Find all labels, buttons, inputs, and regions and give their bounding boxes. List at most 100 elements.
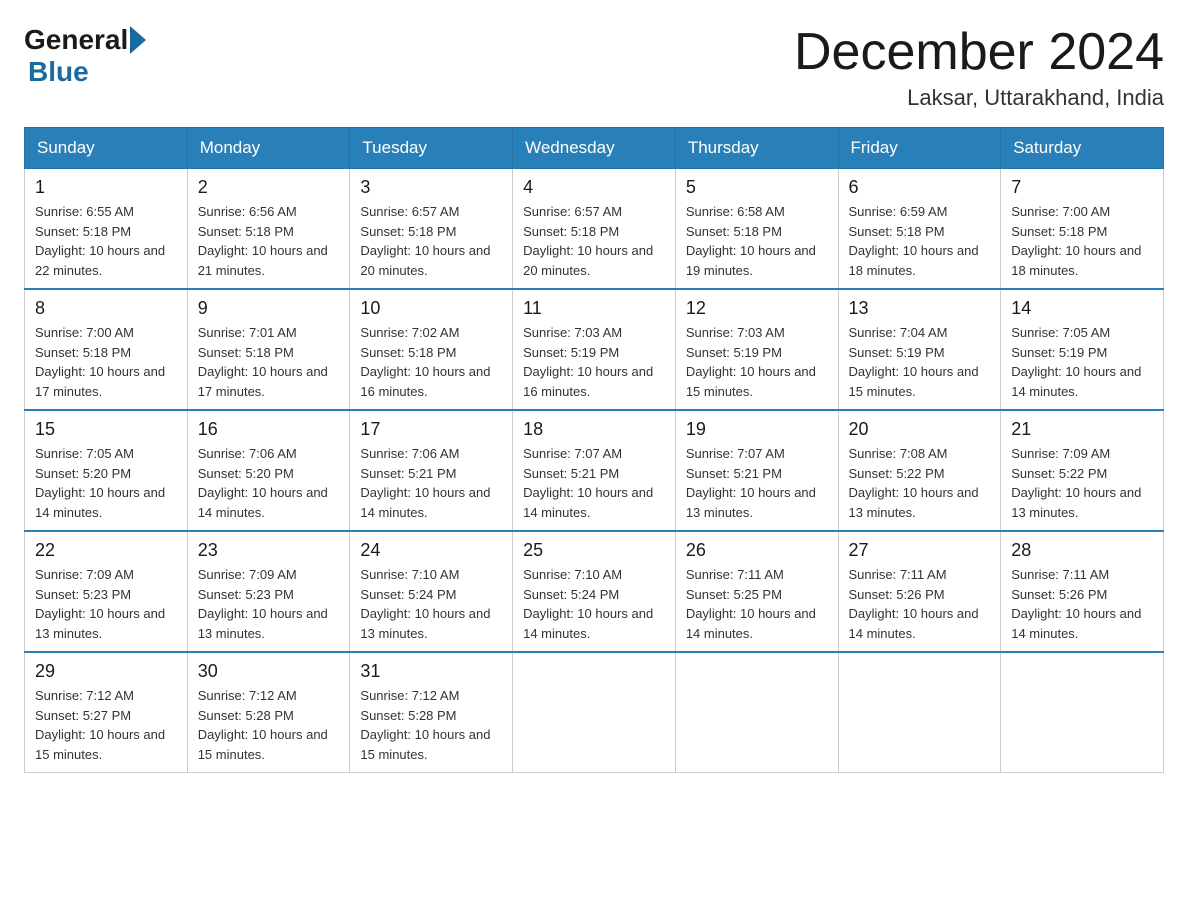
day-info: Sunrise: 7:11 AMSunset: 5:26 PMDaylight:… xyxy=(849,567,979,641)
calendar-week-row: 15 Sunrise: 7:05 AMSunset: 5:20 PMDaylig… xyxy=(25,410,1164,531)
calendar-cell: 13 Sunrise: 7:04 AMSunset: 5:19 PMDaylig… xyxy=(838,289,1001,410)
calendar-week-row: 29 Sunrise: 7:12 AMSunset: 5:27 PMDaylig… xyxy=(25,652,1164,773)
day-info: Sunrise: 6:55 AMSunset: 5:18 PMDaylight:… xyxy=(35,204,165,278)
day-info: Sunrise: 7:12 AMSunset: 5:28 PMDaylight:… xyxy=(198,688,328,762)
calendar-cell: 7 Sunrise: 7:00 AMSunset: 5:18 PMDayligh… xyxy=(1001,169,1164,290)
calendar-week-row: 8 Sunrise: 7:00 AMSunset: 5:18 PMDayligh… xyxy=(25,289,1164,410)
calendar-cell: 19 Sunrise: 7:07 AMSunset: 5:21 PMDaylig… xyxy=(675,410,838,531)
day-header-friday: Friday xyxy=(838,128,1001,169)
day-number: 29 xyxy=(35,661,177,682)
calendar-cell: 25 Sunrise: 7:10 AMSunset: 5:24 PMDaylig… xyxy=(513,531,676,652)
page-header: General Blue December 2024 Laksar, Uttar… xyxy=(24,24,1164,111)
day-info: Sunrise: 6:59 AMSunset: 5:18 PMDaylight:… xyxy=(849,204,979,278)
day-number: 7 xyxy=(1011,177,1153,198)
calendar-cell: 10 Sunrise: 7:02 AMSunset: 5:18 PMDaylig… xyxy=(350,289,513,410)
calendar-cell: 1 Sunrise: 6:55 AMSunset: 5:18 PMDayligh… xyxy=(25,169,188,290)
day-info: Sunrise: 7:07 AMSunset: 5:21 PMDaylight:… xyxy=(686,446,816,520)
day-info: Sunrise: 6:56 AMSunset: 5:18 PMDaylight:… xyxy=(198,204,328,278)
calendar-cell: 31 Sunrise: 7:12 AMSunset: 5:28 PMDaylig… xyxy=(350,652,513,773)
logo-blue-text: Blue xyxy=(28,56,89,88)
day-info: Sunrise: 7:09 AMSunset: 5:22 PMDaylight:… xyxy=(1011,446,1141,520)
day-number: 24 xyxy=(360,540,502,561)
calendar-cell: 9 Sunrise: 7:01 AMSunset: 5:18 PMDayligh… xyxy=(187,289,350,410)
calendar-cell: 3 Sunrise: 6:57 AMSunset: 5:18 PMDayligh… xyxy=(350,169,513,290)
calendar-cell: 23 Sunrise: 7:09 AMSunset: 5:23 PMDaylig… xyxy=(187,531,350,652)
calendar-table: SundayMondayTuesdayWednesdayThursdayFrid… xyxy=(24,127,1164,773)
calendar-cell xyxy=(838,652,1001,773)
calendar-cell: 22 Sunrise: 7:09 AMSunset: 5:23 PMDaylig… xyxy=(25,531,188,652)
day-info: Sunrise: 7:10 AMSunset: 5:24 PMDaylight:… xyxy=(360,567,490,641)
day-number: 9 xyxy=(198,298,340,319)
logo-general-text: General xyxy=(24,24,128,56)
calendar-cell: 24 Sunrise: 7:10 AMSunset: 5:24 PMDaylig… xyxy=(350,531,513,652)
day-number: 16 xyxy=(198,419,340,440)
day-number: 28 xyxy=(1011,540,1153,561)
day-info: Sunrise: 7:03 AMSunset: 5:19 PMDaylight:… xyxy=(523,325,653,399)
day-number: 1 xyxy=(35,177,177,198)
calendar-week-row: 1 Sunrise: 6:55 AMSunset: 5:18 PMDayligh… xyxy=(25,169,1164,290)
day-info: Sunrise: 6:57 AMSunset: 5:18 PMDaylight:… xyxy=(523,204,653,278)
day-number: 12 xyxy=(686,298,828,319)
day-number: 2 xyxy=(198,177,340,198)
logo: General Blue xyxy=(24,24,148,88)
logo-top: General xyxy=(24,24,148,56)
calendar-cell: 28 Sunrise: 7:11 AMSunset: 5:26 PMDaylig… xyxy=(1001,531,1164,652)
calendar-cell xyxy=(675,652,838,773)
day-info: Sunrise: 7:09 AMSunset: 5:23 PMDaylight:… xyxy=(35,567,165,641)
calendar-cell xyxy=(513,652,676,773)
day-info: Sunrise: 7:11 AMSunset: 5:25 PMDaylight:… xyxy=(686,567,816,641)
calendar-cell: 4 Sunrise: 6:57 AMSunset: 5:18 PMDayligh… xyxy=(513,169,676,290)
day-number: 27 xyxy=(849,540,991,561)
calendar-cell: 2 Sunrise: 6:56 AMSunset: 5:18 PMDayligh… xyxy=(187,169,350,290)
day-number: 17 xyxy=(360,419,502,440)
day-number: 15 xyxy=(35,419,177,440)
day-number: 30 xyxy=(198,661,340,682)
day-header-saturday: Saturday xyxy=(1001,128,1164,169)
month-title: December 2024 xyxy=(794,24,1164,81)
calendar-cell: 15 Sunrise: 7:05 AMSunset: 5:20 PMDaylig… xyxy=(25,410,188,531)
calendar-cell: 11 Sunrise: 7:03 AMSunset: 5:19 PMDaylig… xyxy=(513,289,676,410)
day-info: Sunrise: 7:02 AMSunset: 5:18 PMDaylight:… xyxy=(360,325,490,399)
day-header-tuesday: Tuesday xyxy=(350,128,513,169)
day-info: Sunrise: 7:09 AMSunset: 5:23 PMDaylight:… xyxy=(198,567,328,641)
calendar-cell: 16 Sunrise: 7:06 AMSunset: 5:20 PMDaylig… xyxy=(187,410,350,531)
day-number: 13 xyxy=(849,298,991,319)
day-info: Sunrise: 7:12 AMSunset: 5:28 PMDaylight:… xyxy=(360,688,490,762)
day-number: 8 xyxy=(35,298,177,319)
day-number: 3 xyxy=(360,177,502,198)
calendar-cell: 26 Sunrise: 7:11 AMSunset: 5:25 PMDaylig… xyxy=(675,531,838,652)
day-info: Sunrise: 7:08 AMSunset: 5:22 PMDaylight:… xyxy=(849,446,979,520)
calendar-cell: 20 Sunrise: 7:08 AMSunset: 5:22 PMDaylig… xyxy=(838,410,1001,531)
day-info: Sunrise: 7:06 AMSunset: 5:21 PMDaylight:… xyxy=(360,446,490,520)
day-header-wednesday: Wednesday xyxy=(513,128,676,169)
day-header-thursday: Thursday xyxy=(675,128,838,169)
calendar-cell: 8 Sunrise: 7:00 AMSunset: 5:18 PMDayligh… xyxy=(25,289,188,410)
day-info: Sunrise: 7:00 AMSunset: 5:18 PMDaylight:… xyxy=(35,325,165,399)
day-info: Sunrise: 7:00 AMSunset: 5:18 PMDaylight:… xyxy=(1011,204,1141,278)
calendar-header-row: SundayMondayTuesdayWednesdayThursdayFrid… xyxy=(25,128,1164,169)
day-info: Sunrise: 7:10 AMSunset: 5:24 PMDaylight:… xyxy=(523,567,653,641)
logo-arrow-icon xyxy=(130,26,146,54)
day-number: 5 xyxy=(686,177,828,198)
day-info: Sunrise: 7:12 AMSunset: 5:27 PMDaylight:… xyxy=(35,688,165,762)
day-number: 21 xyxy=(1011,419,1153,440)
day-info: Sunrise: 7:01 AMSunset: 5:18 PMDaylight:… xyxy=(198,325,328,399)
day-number: 10 xyxy=(360,298,502,319)
day-info: Sunrise: 7:06 AMSunset: 5:20 PMDaylight:… xyxy=(198,446,328,520)
day-number: 19 xyxy=(686,419,828,440)
day-info: Sunrise: 7:11 AMSunset: 5:26 PMDaylight:… xyxy=(1011,567,1141,641)
day-number: 26 xyxy=(686,540,828,561)
day-info: Sunrise: 7:07 AMSunset: 5:21 PMDaylight:… xyxy=(523,446,653,520)
day-number: 20 xyxy=(849,419,991,440)
calendar-cell: 29 Sunrise: 7:12 AMSunset: 5:27 PMDaylig… xyxy=(25,652,188,773)
day-number: 22 xyxy=(35,540,177,561)
location-subtitle: Laksar, Uttarakhand, India xyxy=(794,85,1164,111)
calendar-cell: 14 Sunrise: 7:05 AMSunset: 5:19 PMDaylig… xyxy=(1001,289,1164,410)
calendar-cell: 18 Sunrise: 7:07 AMSunset: 5:21 PMDaylig… xyxy=(513,410,676,531)
calendar-week-row: 22 Sunrise: 7:09 AMSunset: 5:23 PMDaylig… xyxy=(25,531,1164,652)
title-section: December 2024 Laksar, Uttarakhand, India xyxy=(794,24,1164,111)
day-number: 31 xyxy=(360,661,502,682)
day-number: 18 xyxy=(523,419,665,440)
day-number: 4 xyxy=(523,177,665,198)
calendar-cell xyxy=(1001,652,1164,773)
